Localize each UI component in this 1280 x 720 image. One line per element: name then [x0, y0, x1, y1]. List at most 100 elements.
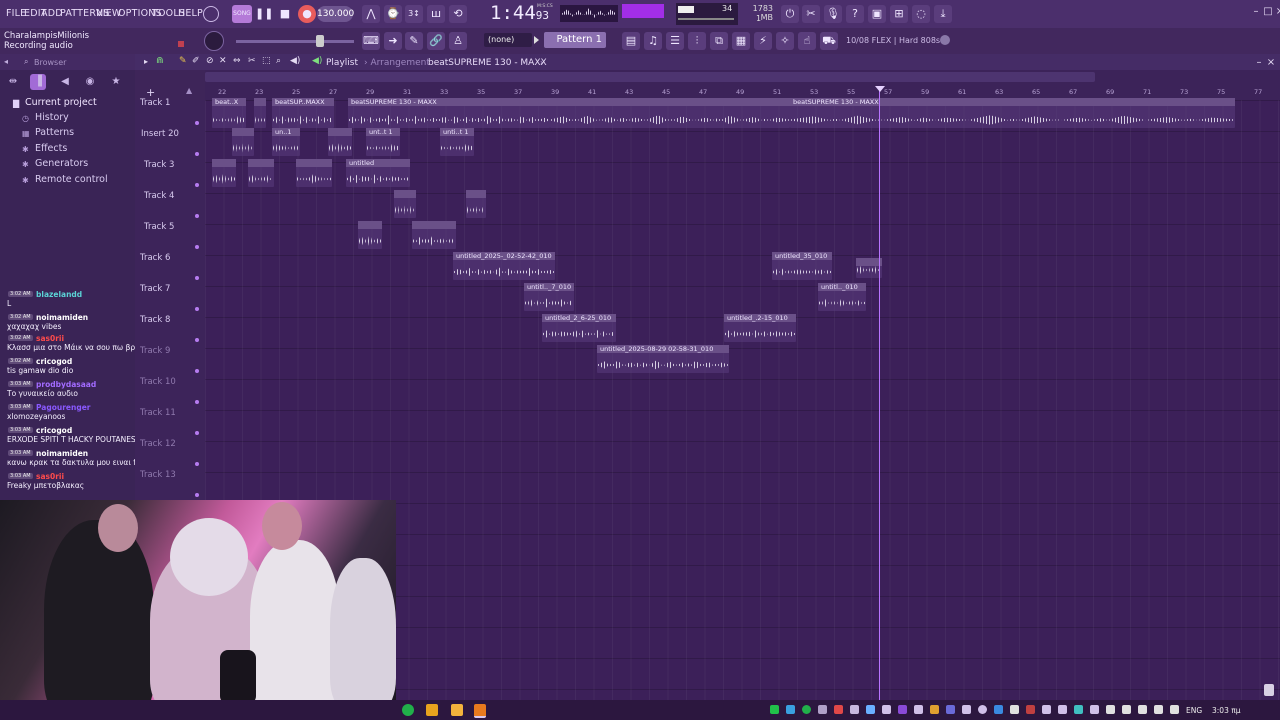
audio-clip[interactable]: unt..t 1	[366, 128, 400, 156]
metronome-icon[interactable]: ⋀	[362, 5, 380, 23]
track-name[interactable]: Track 13	[140, 470, 176, 480]
tray-gpu-icon[interactable]	[1058, 705, 1067, 714]
track-name[interactable]: Track 12	[140, 439, 176, 449]
pattern-select[interactable]: Pattern 1	[544, 32, 606, 48]
close-icon[interactable]: ×	[1274, 6, 1280, 18]
tray-bluetooth-icon[interactable]	[866, 705, 875, 714]
tray-discord-icon[interactable]	[946, 705, 955, 714]
track-mute-dot[interactable]	[195, 493, 199, 497]
track-name[interactable]: Insert 20	[141, 129, 179, 139]
tray-language[interactable]: ENG	[1186, 706, 1202, 715]
horizontal-scrollbar[interactable]	[205, 72, 1095, 82]
tree-generators[interactable]: Generators	[35, 158, 88, 169]
tree-current-project[interactable]: Current project	[25, 97, 97, 108]
pause-icon[interactable]: ❚❚	[255, 5, 273, 23]
select-tool-icon[interactable]: ⬚	[262, 56, 271, 66]
slip-tool-icon[interactable]: ⇔	[233, 56, 241, 66]
playlist-arrangement[interactable]: Arrangement	[370, 58, 429, 68]
track-mute-dot[interactable]	[195, 121, 199, 125]
clip-title[interactable]	[394, 190, 416, 198]
audio-clip[interactable]	[412, 221, 456, 249]
audio-clip[interactable]: untitl.._7_010	[524, 283, 574, 311]
pat-song-toggle[interactable]	[203, 6, 219, 22]
collapse-icon[interactable]: ⇹	[5, 74, 21, 90]
audio-clip[interactable]: untitled	[346, 159, 410, 187]
clip-title[interactable]: untitled_2025-_02-52-42_010	[453, 252, 555, 260]
audio-clip[interactable]	[358, 221, 382, 249]
wait-input-icon[interactable]: ⌚	[384, 5, 402, 23]
magnet-icon[interactable]: ⋒	[156, 56, 164, 66]
audio-clip[interactable]	[248, 159, 274, 187]
audio-clip[interactable]: beatSUPREME 130 - MAXX	[348, 98, 438, 128]
clip-title[interactable]: untitled	[346, 159, 410, 167]
vlc-icon[interactable]	[426, 704, 438, 716]
clip-title[interactable]	[254, 98, 266, 106]
menu-help[interactable]: HELP	[178, 8, 203, 19]
playhead[interactable]	[879, 88, 880, 700]
clip-title[interactable]: beatSUPREME 130 - MAXX	[790, 98, 1235, 106]
tray-chevron-icon[interactable]	[1090, 705, 1099, 714]
track-name[interactable]: Track 4	[144, 191, 174, 201]
audio-clip[interactable]	[438, 98, 550, 128]
clip-title[interactable]	[358, 221, 382, 229]
track-mute-dot[interactable]	[195, 462, 199, 466]
loop-record-icon[interactable]: ⟲	[449, 5, 467, 23]
song-arrow-icon[interactable]: ›	[540, 58, 543, 67]
save-icon[interactable]: ▣	[868, 5, 886, 23]
microphone-icon[interactable]: 🎙	[824, 5, 842, 23]
tray-cloud-icon[interactable]	[786, 705, 795, 714]
folder-icon[interactable]	[451, 704, 463, 716]
cut-icon[interactable]: ✂	[802, 5, 820, 23]
audio-clip[interactable]	[394, 190, 416, 218]
slider-thumb[interactable]	[316, 35, 324, 47]
playhead-marker[interactable]	[875, 86, 885, 92]
clip-title[interactable]	[466, 190, 486, 198]
audio-clip[interactable]	[296, 159, 332, 187]
tray-audio-icon[interactable]	[882, 705, 891, 714]
clip-title[interactable]: beatSUPREME 130 - MAXX	[348, 98, 438, 106]
clip-title[interactable]	[412, 221, 456, 229]
track-mute-dot[interactable]	[195, 152, 199, 156]
clip-title[interactable]	[232, 128, 254, 136]
audio-clip[interactable]: untitled_2_6-25_010	[542, 314, 616, 342]
pattern-arrow-icon[interactable]	[534, 36, 539, 44]
audio-clip[interactable]	[254, 98, 266, 128]
track-name[interactable]: Track 10	[140, 377, 176, 387]
tray-app-icon[interactable]	[818, 705, 827, 714]
clip-title[interactable]	[248, 159, 274, 167]
tray-nvidia-icon[interactable]	[770, 705, 779, 714]
tray-update-icon[interactable]	[978, 705, 987, 714]
tray-shield-icon[interactable]	[914, 705, 923, 714]
browser-tab-all[interactable]: ▐	[30, 74, 46, 90]
fl-studio-icon[interactable]	[474, 704, 486, 718]
playlist-song-name[interactable]: beatSUPREME 130 - MAXX	[428, 58, 547, 68]
tray-wifi-icon[interactable]	[962, 705, 971, 714]
audio-clip[interactable]: beatSUPREME 130 - MAXX	[790, 98, 1235, 128]
clip-title[interactable]: un..1	[272, 128, 300, 136]
news-icon[interactable]	[940, 35, 950, 45]
delete-tool-icon[interactable]: ⊘	[206, 56, 214, 66]
zoom-tool-icon[interactable]: ⌕	[276, 56, 281, 66]
track-mute-dot[interactable]	[195, 369, 199, 373]
clip-title[interactable]: beatSUP..MAXX	[272, 98, 334, 106]
clip-title[interactable]: unt..t 1	[366, 128, 400, 136]
tray-vpn-icon[interactable]	[1074, 705, 1083, 714]
tree-patterns[interactable]: Patterns	[35, 127, 74, 138]
clip-title[interactable]: untitled_.2-15_010	[724, 314, 796, 322]
playlist-menu-icon[interactable]: ▸	[144, 57, 148, 66]
audio-clip[interactable]: untitl.._010	[818, 283, 866, 311]
tray-battery-icon[interactable]	[1138, 705, 1147, 714]
clip-title[interactable]: untitl.._010	[818, 283, 866, 291]
track-name[interactable]: Track 3	[144, 160, 174, 170]
link-icon[interactable]: 🔗	[427, 32, 445, 50]
clip-title[interactable]: beat..X	[212, 98, 246, 106]
audio-clip[interactable]: untitled_2025-08-29 02-58-31_010	[597, 345, 729, 373]
tray-settings-icon[interactable]	[850, 705, 859, 714]
clip-title[interactable]	[328, 128, 352, 136]
tray-spotify-icon[interactable]	[802, 705, 811, 714]
track-mute-dot[interactable]	[195, 183, 199, 187]
plug-icon[interactable]: ⚡	[754, 32, 772, 50]
tray-antivirus-icon[interactable]	[1026, 705, 1035, 714]
paint-tool-icon[interactable]: ✐	[192, 56, 200, 66]
piano-roll-icon[interactable]: ♫	[644, 32, 662, 50]
